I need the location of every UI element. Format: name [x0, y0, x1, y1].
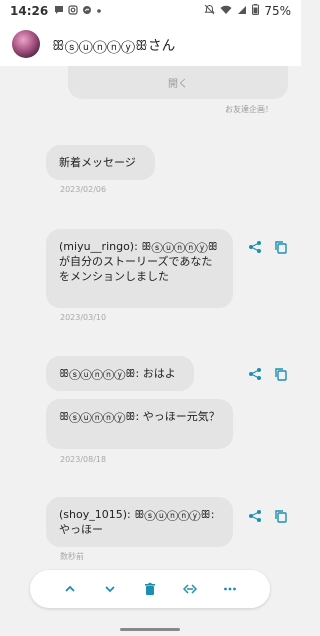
message-text: ꕥⓢⓤⓝⓝⓨꕥ: やっほー元気？ — [59, 410, 220, 423]
chat-icon — [54, 5, 64, 18]
chevron-up-icon[interactable] — [62, 581, 78, 597]
trash-icon[interactable] — [142, 581, 158, 597]
copy-icon[interactable] — [273, 239, 289, 255]
battery-percent: 75% — [264, 4, 291, 18]
avatar[interactable] — [12, 30, 40, 58]
message-bubble[interactable]: 新着メッセージ — [46, 145, 155, 180]
chevron-down-icon[interactable] — [102, 581, 118, 597]
messenger-icon — [82, 5, 92, 18]
message-date: 2023/03/10 — [60, 313, 107, 322]
open-card[interactable]: 開く — [68, 66, 288, 99]
battery-icon — [252, 4, 260, 18]
conversation-header: ꕥⓢⓤⓝⓝⓨꕥさん — [0, 22, 301, 66]
message-bubble[interactable]: ꕥⓢⓤⓝⓝⓨꕥ: やっほー元気？ — [46, 399, 233, 449]
message-text: ꕥⓢⓤⓝⓝⓨꕥ: おはよ — [59, 367, 176, 380]
open-button-label: 開く — [168, 79, 188, 90]
friend-plan-note: お友達企画！ — [225, 105, 273, 114]
copy-icon[interactable] — [273, 366, 289, 382]
mute-icon — [204, 4, 215, 18]
exit-icon[interactable] — [182, 581, 198, 597]
message-date: 2023/02/06 — [60, 185, 107, 194]
message-text: 新着メッセージ — [59, 156, 136, 169]
message-date: 数秒前 — [60, 552, 84, 561]
signal-icon — [237, 4, 247, 18]
share-icon[interactable] — [247, 239, 263, 255]
bottom-toolbar — [30, 570, 270, 608]
status-time: 14:26 — [10, 4, 49, 18]
message-bubble[interactable]: ꕥⓢⓤⓝⓝⓨꕥ: おはよ — [46, 356, 194, 391]
wifi-icon — [220, 4, 232, 18]
home-indicator[interactable] — [120, 628, 180, 631]
share-icon[interactable] — [247, 366, 263, 382]
share-icon[interactable] — [247, 508, 263, 524]
message-bubble[interactable]: (miyu__ringo): ꕥⓢⓤⓝⓝⓨꕥが自分のストーリーズであなたをメンシ… — [46, 229, 233, 308]
status-bar: 14:26 75% — [0, 0, 301, 22]
conversation-title: ꕥⓢⓤⓝⓝⓨꕥさん — [52, 38, 176, 54]
more-icon[interactable] — [222, 581, 238, 597]
message-date: 2023/08/18 — [60, 455, 107, 464]
instagram-icon — [68, 4, 78, 18]
message-bubble[interactable]: (shoy_1015): ꕥⓢⓤⓝⓝⓨꕥ: やっほー — [46, 497, 233, 547]
message-text: (shoy_1015): ꕥⓢⓤⓝⓝⓨꕥ: やっほー — [59, 508, 215, 536]
message-text: (miyu__ringo): ꕥⓢⓤⓝⓝⓨꕥが自分のストーリーズであなたをメンシ… — [59, 240, 218, 283]
dot-icon — [96, 6, 102, 17]
copy-icon[interactable] — [273, 508, 289, 524]
